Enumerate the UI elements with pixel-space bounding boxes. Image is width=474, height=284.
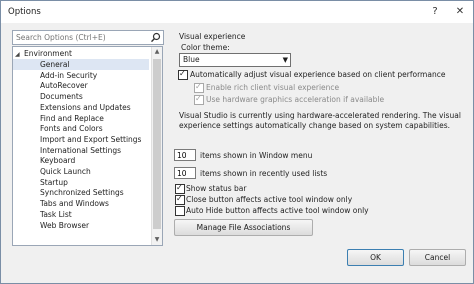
help-button[interactable]: ? bbox=[425, 4, 445, 19]
search-box[interactable] bbox=[12, 30, 164, 45]
collapse-arrow-icon[interactable]: ◢ bbox=[15, 51, 20, 58]
hw-accel-label: Use hardware graphics acceleration if av… bbox=[206, 95, 385, 104]
recent-lists-count-input[interactable] bbox=[174, 167, 196, 179]
tree-item-label: Synchronized Settings bbox=[40, 188, 124, 198]
auto-adjust-label: Automatically adjust visual experience b… bbox=[190, 70, 446, 79]
tree-item-label: Keyboard bbox=[40, 156, 76, 166]
close-button[interactable]: ✕ bbox=[448, 4, 472, 19]
hw-accel-checkbox[interactable]: ✓ bbox=[194, 94, 204, 105]
tree-item-label: Add-in Security bbox=[40, 70, 98, 80]
scroll-down-icon[interactable]: ▼ bbox=[152, 235, 162, 245]
tree-item-label: Documents bbox=[40, 92, 83, 102]
recent-lists-label: items shown in recently used lists bbox=[200, 169, 328, 178]
tree-item-label: General bbox=[40, 60, 70, 69]
scroll-thumb[interactable] bbox=[153, 59, 161, 229]
tree-item[interactable]: Find and Replace bbox=[13, 113, 149, 124]
tree-item[interactable]: AutoRecover bbox=[13, 80, 149, 91]
color-theme-value: Blue bbox=[183, 55, 200, 64]
tree-item-label: Extensions and Updates bbox=[40, 102, 131, 112]
close-button-checkbox[interactable]: ✓ bbox=[175, 194, 185, 205]
tree-item[interactable]: International Settings bbox=[13, 145, 149, 156]
title-bar: Options ? ✕ bbox=[1, 1, 473, 23]
status-bar-label: Show status bar bbox=[186, 184, 247, 193]
scroll-up-icon[interactable]: ▲ bbox=[152, 47, 162, 57]
info-text-line2: experience settings automatically change… bbox=[179, 121, 451, 130]
tree-item-label: Find and Replace bbox=[40, 113, 104, 123]
auto-hide-checkbox[interactable] bbox=[175, 206, 185, 216]
tree-item[interactable]: Web Browser bbox=[13, 220, 149, 231]
ok-button[interactable]: OK bbox=[347, 249, 404, 266]
tree-item[interactable]: General bbox=[13, 59, 149, 70]
tree-item[interactable]: Synchronized Settings bbox=[13, 187, 149, 198]
window-title: Options bbox=[8, 7, 41, 17]
search-input[interactable] bbox=[13, 31, 148, 44]
cancel-button[interactable]: Cancel bbox=[409, 249, 466, 266]
tree-node-label: Environment bbox=[24, 49, 72, 58]
tree-item-label: Task List bbox=[40, 209, 72, 219]
status-bar-checkbox[interactable]: ✓ bbox=[175, 183, 185, 194]
tree-item[interactable]: Add-in Security bbox=[13, 70, 149, 81]
tree-item[interactable]: Fonts and Colors bbox=[13, 123, 149, 134]
tree-item[interactable]: Keyboard bbox=[13, 155, 149, 166]
window-menu-count-input[interactable] bbox=[174, 149, 196, 161]
tree-node-environment[interactable]: ◢ Environment bbox=[15, 48, 151, 59]
tree-item-label: International Settings bbox=[40, 145, 122, 155]
rich-client-checkbox[interactable]: ✓ bbox=[194, 82, 204, 93]
info-text-line1: Visual Studio is currently using hardwar… bbox=[179, 111, 461, 120]
tree-item-label: Import and Export Settings bbox=[40, 134, 142, 144]
tree-item[interactable]: Extensions and Updates bbox=[13, 102, 149, 113]
rich-client-label: Enable rich client visual experience bbox=[206, 83, 340, 92]
tree-item-label: Web Browser bbox=[40, 220, 90, 230]
options-dialog: Options ? ✕ ◢ Environment GeneralAdd-in … bbox=[0, 0, 474, 284]
tree-item-label: AutoRecover bbox=[40, 81, 88, 91]
tree-item[interactable]: Documents bbox=[13, 91, 149, 102]
tree-item-label: Quick Launch bbox=[40, 167, 91, 176]
chevron-down-icon: ▼ bbox=[282, 56, 288, 64]
tree-item[interactable]: Startup bbox=[13, 177, 149, 188]
auto-adjust-checkbox[interactable]: ✓ bbox=[178, 69, 188, 80]
tree-item-label: Fonts and Colors bbox=[40, 124, 103, 134]
color-theme-select[interactable]: Blue ▼ bbox=[179, 53, 291, 67]
tree-item[interactable]: Quick Launch bbox=[13, 166, 149, 177]
manage-file-associations-button[interactable]: Manage File Associations bbox=[174, 219, 313, 236]
section-heading: Visual experience bbox=[179, 32, 246, 41]
search-icon[interactable] bbox=[150, 32, 161, 43]
window-menu-label: items shown in Window menu bbox=[200, 151, 313, 160]
tree-item[interactable]: Tabs and Windows bbox=[13, 198, 149, 209]
auto-hide-label: Auto Hide button affects active tool win… bbox=[186, 206, 369, 215]
close-button-label: Close button affects active tool window … bbox=[186, 195, 353, 204]
options-tree: ◢ Environment General Add-in Security Auto… bbox=[12, 46, 163, 246]
tree-scrollbar[interactable]: ▲ ▼ bbox=[151, 47, 162, 245]
color-theme-label: Color theme: bbox=[181, 43, 230, 52]
tree-item[interactable]: Import and Export Settings bbox=[13, 134, 149, 145]
tree-item-label: Startup bbox=[40, 177, 68, 187]
tree-item[interactable]: Task List bbox=[13, 209, 149, 220]
tree-item-label: Tabs and Windows bbox=[40, 199, 109, 209]
